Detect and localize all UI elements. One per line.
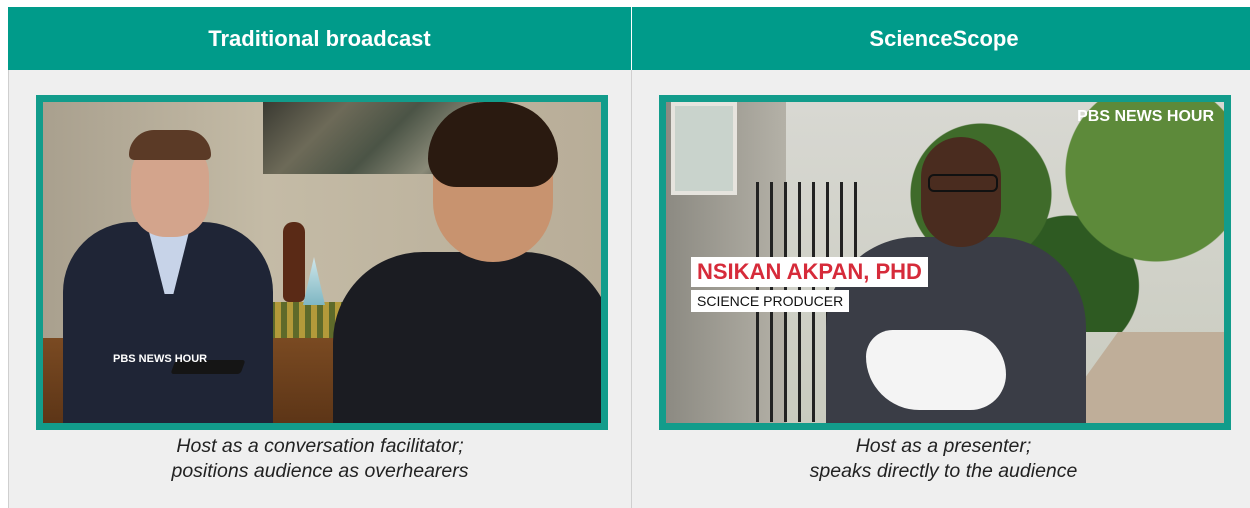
lower-third-title: SCIENCE PRODUCER	[691, 290, 850, 312]
caption-traditional: Host as a conversation facilitator; posi…	[171, 435, 469, 482]
white-bag	[866, 330, 1006, 410]
cell-sciencescope: NSIKAN AKPAN, PHD SCIENCE PRODUCER PBS N…	[632, 70, 1250, 508]
cell-traditional: PBS NEWS HOUR Host as a conversation fac…	[8, 70, 632, 508]
vase	[283, 222, 305, 302]
video-still-presenter: NSIKAN AKPAN, PHD SCIENCE PRODUCER PBS N…	[659, 95, 1231, 430]
column-header-traditional: Traditional broadcast	[8, 7, 632, 70]
comparison-table: Traditional broadcast ScienceScope PBS N…	[8, 7, 1250, 508]
caption-sciencescope: Host as a presenter; speaks directly to …	[809, 435, 1078, 482]
lower-third-name: NSIKAN AKPAN, PHD	[691, 257, 928, 287]
video-still-interview: PBS NEWS HOUR	[36, 95, 608, 430]
column-header-sciencescope: ScienceScope	[632, 7, 1250, 70]
pbs-newshour-logo: PBS NEWS HOUR	[113, 353, 208, 365]
host-from-behind	[333, 252, 601, 423]
pbs-newshour-logo: PBS NEWS HOUR	[1077, 108, 1214, 125]
